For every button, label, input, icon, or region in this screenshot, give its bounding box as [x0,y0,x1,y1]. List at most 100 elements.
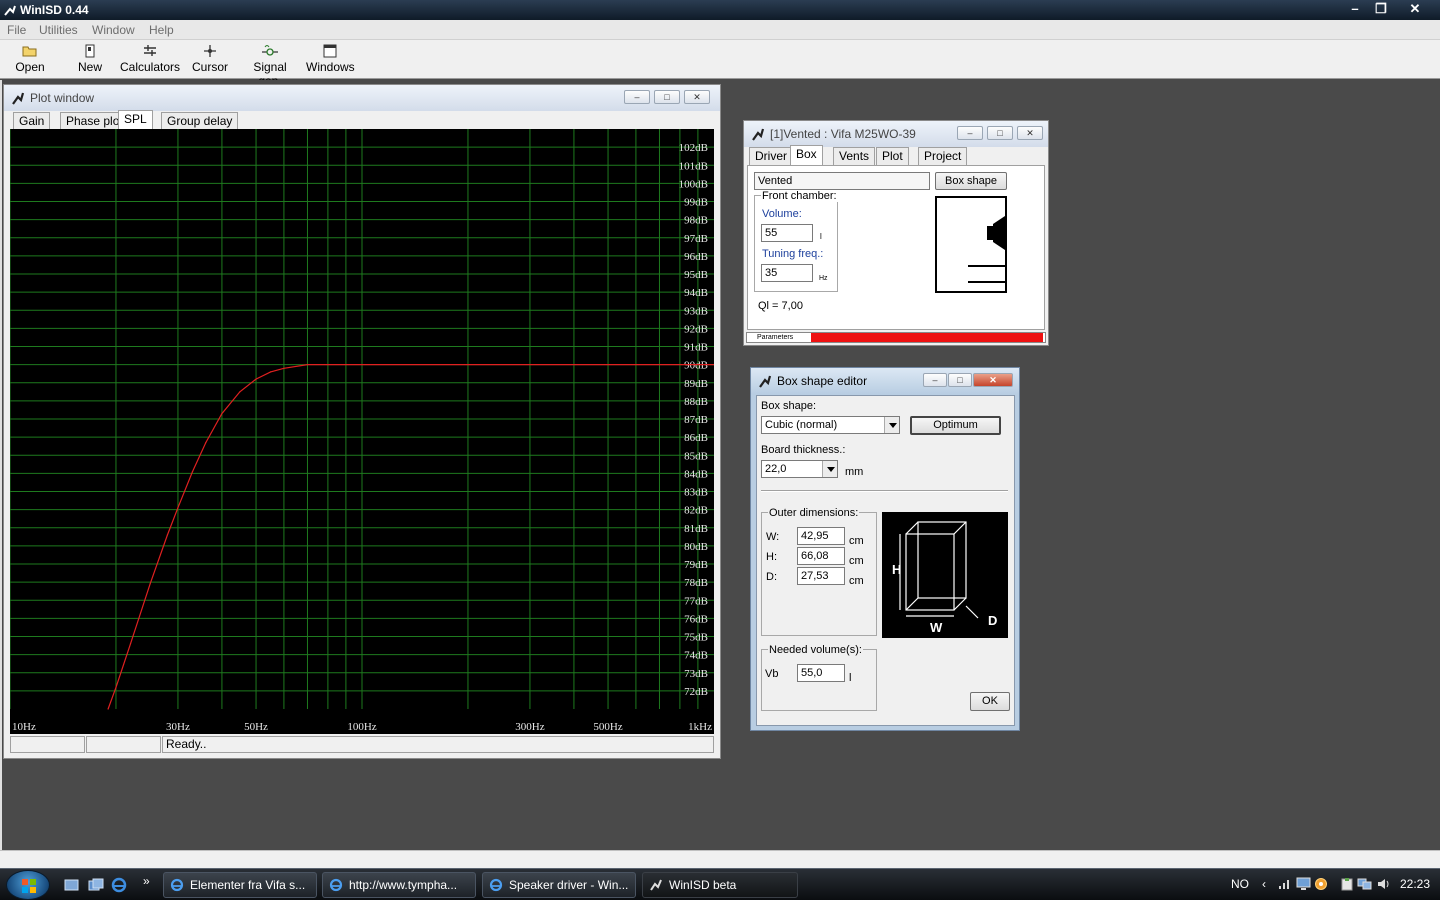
language-indicator[interactable]: NO [1231,877,1249,891]
y-tick-label: 85dB [684,450,708,462]
editor-close-button[interactable]: ✕ [973,373,1013,387]
windows-button[interactable]: Windows [306,42,355,78]
task-elementer-fra-vifa[interactable]: Elementer fra Vifa s... [163,872,317,898]
box-tabs: Driver Box Vents Plot Project [749,145,1045,165]
open-folder-icon [22,46,37,57]
calculators-button[interactable]: Calculators [120,42,180,78]
plot-window-titlebar[interactable]: Plot window – □ ✕ [4,85,720,111]
height-input[interactable]: 66,08 [797,547,845,565]
box-shape-button[interactable]: Box shape [935,172,1007,190]
clipboard-icon[interactable] [1340,877,1354,891]
tab-gain[interactable]: Gain [13,112,51,130]
plot-status-bar: Ready.. [10,736,714,753]
internet-explorer-icon [170,878,184,892]
y-tick-label: 97dB [684,233,708,245]
parameters-progress: Parameters [746,332,1046,343]
open-button[interactable]: Open [8,42,52,78]
tab-driver[interactable]: Driver [749,147,793,165]
chevron-down-icon[interactable] [884,417,899,433]
volume-label: Volume: [762,208,802,220]
y-tick-label: 81dB [684,523,708,535]
volume-input[interactable]: 55 [761,224,813,242]
network-icon[interactable] [1357,877,1373,891]
menu-file[interactable]: File [7,23,26,37]
display-icon[interactable] [1296,877,1312,891]
box-window-titlebar[interactable]: [1]Vented : Vifa M25WO-39 – □ ✕ [744,121,1048,147]
menu-utilities[interactable]: Utilities [39,23,78,37]
y-tick-label: 87dB [684,414,708,426]
y-tick-label: 94dB [684,287,708,299]
calculator-icon [144,45,156,56]
width-input[interactable]: 42,95 [797,527,845,545]
editor-client: Box shape: Cubic (normal) Optimum Board … [756,395,1015,726]
board-unit: mm [845,466,864,478]
signal-gen-button[interactable]: Signal gen. [240,42,300,88]
needed-volume-label: Needed volume(s): [768,644,863,656]
quicklaunch-overflow-icon[interactable]: » [143,874,150,888]
plot-maximize-button[interactable]: □ [654,90,680,104]
box-maximize-button[interactable]: □ [987,126,1013,140]
cursor-button[interactable]: Cursor [188,42,232,78]
x-tick-label: 10Hz [12,721,36,733]
tab-vents[interactable]: Vents [833,147,876,165]
volume-icon[interactable] [1377,877,1391,891]
y-tick-label: 99dB [684,197,708,209]
spl-plot-area[interactable]: 102dB 101dB 100dB 99dB 98dB 97dB 96dB 95dB 94dB 9… [10,129,714,734]
show-desktop-icon[interactable] [64,878,80,892]
box-shape-select[interactable]: Cubic (normal) [761,416,900,434]
box-minimize-button[interactable]: – [957,126,983,140]
windows-logo-icon [22,879,36,893]
switch-windows-icon[interactable] [88,878,104,892]
task-speaker-driver[interactable]: Speaker driver - Win... [482,872,636,898]
board-thickness-select[interactable]: 22,0 [761,460,838,478]
tab-spl[interactable]: SPL [118,110,153,130]
plot-minimize-button[interactable]: – [624,90,650,104]
close-button[interactable]: ✕ [1402,0,1428,18]
tray-expand-icon[interactable]: ‹ [1262,877,1266,891]
update-icon[interactable] [1314,877,1328,891]
start-button[interactable] [6,870,50,900]
task-winisd-beta[interactable]: WinISD beta [642,872,798,898]
tab-group-delay[interactable]: Group delay [161,112,239,130]
tab-box[interactable]: Box [790,145,823,165]
spl-data-point [205,442,207,444]
vb-input[interactable]: 55,0 [797,664,845,682]
clock[interactable]: 22:23 [1400,877,1430,891]
spl-data-point [221,413,223,415]
box-dimensions-diagram: H W D [882,512,1008,638]
tab-project[interactable]: Project [918,147,968,165]
vb-unit: l [849,672,852,684]
internet-explorer-icon[interactable] [111,877,127,893]
depth-input[interactable]: 27,53 [797,567,845,585]
tuning-input[interactable]: 35 [761,264,813,282]
editor-minimize-button[interactable]: – [923,373,947,387]
y-tick-label: 90dB [684,360,708,372]
internet-explorer-icon [329,878,343,892]
vented-box-diagram [935,196,1007,293]
new-button[interactable]: New [68,42,112,78]
y-tick-label: 80dB [684,541,708,553]
parameters-label: Parameters [757,334,794,341]
restore-button[interactable]: ❐ [1368,0,1394,18]
optimum-button[interactable]: Optimum [910,416,1001,435]
chevron-down-icon[interactable] [822,461,837,477]
winisd-window-icon [759,375,772,388]
status-message: Ready.. [162,736,714,753]
internet-explorer-icon [489,878,503,892]
box-close-button[interactable]: ✕ [1017,126,1043,140]
task-tympha[interactable]: http://www.tympha... [322,872,476,898]
wireless-network-icon[interactable] [1277,877,1293,891]
plot-close-button[interactable]: ✕ [684,90,710,104]
menu-window[interactable]: Window [92,23,135,37]
minimize-button[interactable]: – [1342,0,1368,18]
editor-titlebar[interactable]: Box shape editor – □ ✕ [751,368,1019,394]
editor-maximize-button[interactable]: □ [948,373,972,387]
tab-plot[interactable]: Plot [876,147,909,165]
y-tick-label: 91dB [684,342,708,354]
ok-button[interactable]: OK [970,692,1010,711]
toolbar: Open New Calculators Cursor Signal gen. … [0,40,1440,88]
app-title: WinISD 0.44 [20,3,89,17]
menu-help[interactable]: Help [149,23,174,37]
spl-data-point [239,391,241,393]
vb-label: Vb [765,668,779,680]
